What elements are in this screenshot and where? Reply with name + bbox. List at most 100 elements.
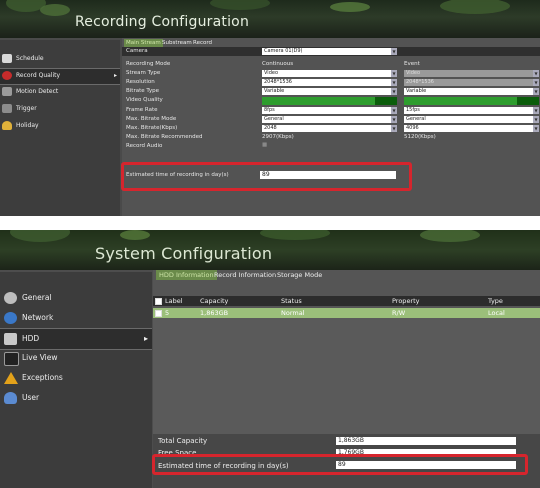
camera-select[interactable]: Camera 01(D9) ▼ bbox=[262, 48, 397, 55]
camera-select-value: Camera 01(D9) bbox=[264, 48, 303, 54]
select-value: General bbox=[406, 116, 426, 122]
cell-type: Local bbox=[488, 309, 505, 317]
select-value: 4096 bbox=[406, 125, 419, 131]
sidebar-item-user[interactable]: User bbox=[0, 388, 152, 408]
column-header-label: Label bbox=[165, 297, 183, 305]
chevron-down-icon: ▼ bbox=[391, 107, 397, 114]
chevron-down-icon: ▼ bbox=[391, 88, 397, 95]
row-label: Frame Rate bbox=[126, 107, 158, 113]
column-header-continuous: Continuous bbox=[262, 61, 294, 67]
record-audio-checkbox[interactable]: ■ bbox=[262, 142, 267, 148]
highlight-box bbox=[121, 162, 412, 191]
chevron-down-icon: ▼ bbox=[533, 116, 539, 123]
recommended-continuous-value: 2907(Kbps) bbox=[262, 134, 294, 140]
network-icon bbox=[4, 312, 17, 324]
foliage-decoration bbox=[330, 2, 370, 12]
tab-storage-mode[interactable]: Storage Mode bbox=[274, 270, 325, 280]
select-value: Video bbox=[406, 70, 421, 76]
recommended-event-value: 5120(Kbps) bbox=[404, 134, 436, 140]
sidebar-item-live-view[interactable]: Live View bbox=[0, 348, 152, 368]
chevron-down-icon: ▼ bbox=[391, 116, 397, 123]
tab-record[interactable]: Record bbox=[191, 39, 214, 47]
tab-record-information[interactable]: Record Information bbox=[211, 270, 279, 280]
resolution-event-select[interactable]: 2048*1536 ▼ bbox=[404, 79, 539, 86]
table-row[interactable]: 5 1,863GB Normal R/W Local bbox=[153, 308, 540, 318]
calendar-icon bbox=[2, 54, 12, 63]
settings-table: Recording Mode Continuous Event Stream T… bbox=[122, 61, 540, 161]
sidebar-item-record-quality[interactable]: Record Quality ▸ bbox=[0, 68, 120, 85]
sidebar-item-label: Schedule bbox=[16, 55, 44, 62]
resolution-continuous-select[interactable]: 2048*1536 ▼ bbox=[262, 79, 397, 86]
frame-rate-continuous-select[interactable]: 8fps ▼ bbox=[262, 107, 397, 114]
max-bitrate-mode-event-select[interactable]: General ▼ bbox=[404, 116, 539, 123]
sidebar: Schedule Record Quality ▸ Motion Detect … bbox=[0, 40, 120, 216]
select-value: Variable bbox=[264, 88, 285, 94]
foliage-decoration bbox=[440, 0, 510, 14]
chevron-right-icon: ▸ bbox=[113, 72, 117, 79]
sidebar-item-general[interactable]: General bbox=[0, 288, 152, 308]
tab-hdd-information[interactable]: HDD Information bbox=[156, 270, 217, 280]
select-value: 2048*1536 bbox=[264, 79, 292, 85]
row-label: Resolution bbox=[126, 79, 155, 85]
bitrate-type-event-select[interactable]: Variable ▼ bbox=[404, 88, 539, 95]
tab-main-stream[interactable]: Main Stream bbox=[124, 39, 163, 47]
video-quality-continuous-slider[interactable] bbox=[262, 97, 397, 105]
cell-status: Normal bbox=[281, 309, 305, 317]
sidebar-item-exceptions[interactable]: Exceptions bbox=[0, 368, 152, 388]
page-title: Recording Configuration bbox=[75, 14, 250, 30]
row-label: Max. Bitrate Mode bbox=[126, 116, 177, 122]
chevron-down-icon: ▼ bbox=[391, 125, 397, 132]
sidebar-item-motion-detect[interactable]: Motion Detect bbox=[0, 85, 120, 100]
sidebar-item-schedule[interactable]: Schedule bbox=[0, 52, 120, 67]
foliage-decoration bbox=[120, 230, 150, 240]
sidebar-item-label: General bbox=[22, 293, 52, 302]
foliage-decoration bbox=[210, 0, 270, 10]
sidebar-item-network[interactable]: Network bbox=[0, 308, 152, 328]
slider-fill bbox=[375, 97, 397, 105]
sidebar-item-label: Record Quality bbox=[16, 72, 61, 79]
row-label: Video Quality bbox=[126, 97, 163, 103]
sidebar-item-label: Holiday bbox=[16, 122, 39, 129]
select-value: 2048*1536 bbox=[406, 79, 434, 85]
chevron-down-icon: ▼ bbox=[533, 88, 539, 95]
trigger-icon bbox=[2, 104, 12, 113]
recording-config-screen: Recording Configuration Schedule Record … bbox=[0, 0, 540, 216]
page-title: System Configuration bbox=[95, 244, 273, 263]
chevron-down-icon: ▼ bbox=[391, 48, 397, 55]
foliage-decoration bbox=[420, 230, 480, 242]
max-bitrate-event-select[interactable]: 4096 ▼ bbox=[404, 125, 539, 132]
hdd-icon bbox=[4, 333, 17, 345]
row-label: Max. Bitrate(Kbps) bbox=[126, 125, 178, 131]
sidebar-item-holiday[interactable]: Holiday bbox=[0, 119, 120, 134]
frame-rate-event-select[interactable]: 15fps ▼ bbox=[404, 107, 539, 114]
column-header-capacity: Capacity bbox=[200, 297, 229, 305]
chevron-right-icon: ▸ bbox=[143, 334, 148, 343]
sidebar-item-label: HDD bbox=[22, 334, 40, 343]
sidebar-item-label: Motion Detect bbox=[16, 88, 59, 95]
select-value: 8fps bbox=[264, 107, 275, 113]
sidebar-item-hdd[interactable]: HDD ▸ bbox=[0, 328, 152, 350]
sidebar-item-trigger[interactable]: Trigger bbox=[0, 102, 120, 117]
video-quality-event-slider[interactable] bbox=[404, 97, 539, 105]
bitrate-type-continuous-select[interactable]: Variable ▼ bbox=[262, 88, 397, 95]
max-bitrate-continuous-select[interactable]: 2048 ▼ bbox=[262, 125, 397, 132]
stream-type-continuous-select[interactable]: Video ▼ bbox=[262, 70, 397, 77]
sidebar: General Network HDD ▸ Live View Exceptio… bbox=[0, 272, 152, 488]
sidebar-item-label: Network bbox=[22, 313, 54, 322]
gear-icon bbox=[4, 292, 17, 304]
column-header-event: Event bbox=[404, 61, 420, 67]
table-body-empty bbox=[153, 318, 540, 436]
row-label: Stream Type bbox=[126, 70, 161, 76]
cell-capacity: 1,863GB bbox=[200, 309, 229, 317]
tab-substream[interactable]: Substream bbox=[160, 39, 194, 47]
sidebar-item-label: Live View bbox=[22, 353, 58, 362]
monitor-icon bbox=[4, 352, 19, 366]
chevron-down-icon: ▼ bbox=[391, 79, 397, 86]
camera-label: Camera bbox=[126, 48, 148, 54]
select-value: Video bbox=[264, 70, 279, 76]
user-icon bbox=[4, 392, 17, 404]
max-bitrate-mode-continuous-select[interactable]: General ▼ bbox=[262, 116, 397, 123]
select-value: Variable bbox=[406, 88, 427, 94]
record-icon bbox=[2, 71, 12, 80]
stream-type-event-select[interactable]: Video ▼ bbox=[404, 70, 539, 77]
